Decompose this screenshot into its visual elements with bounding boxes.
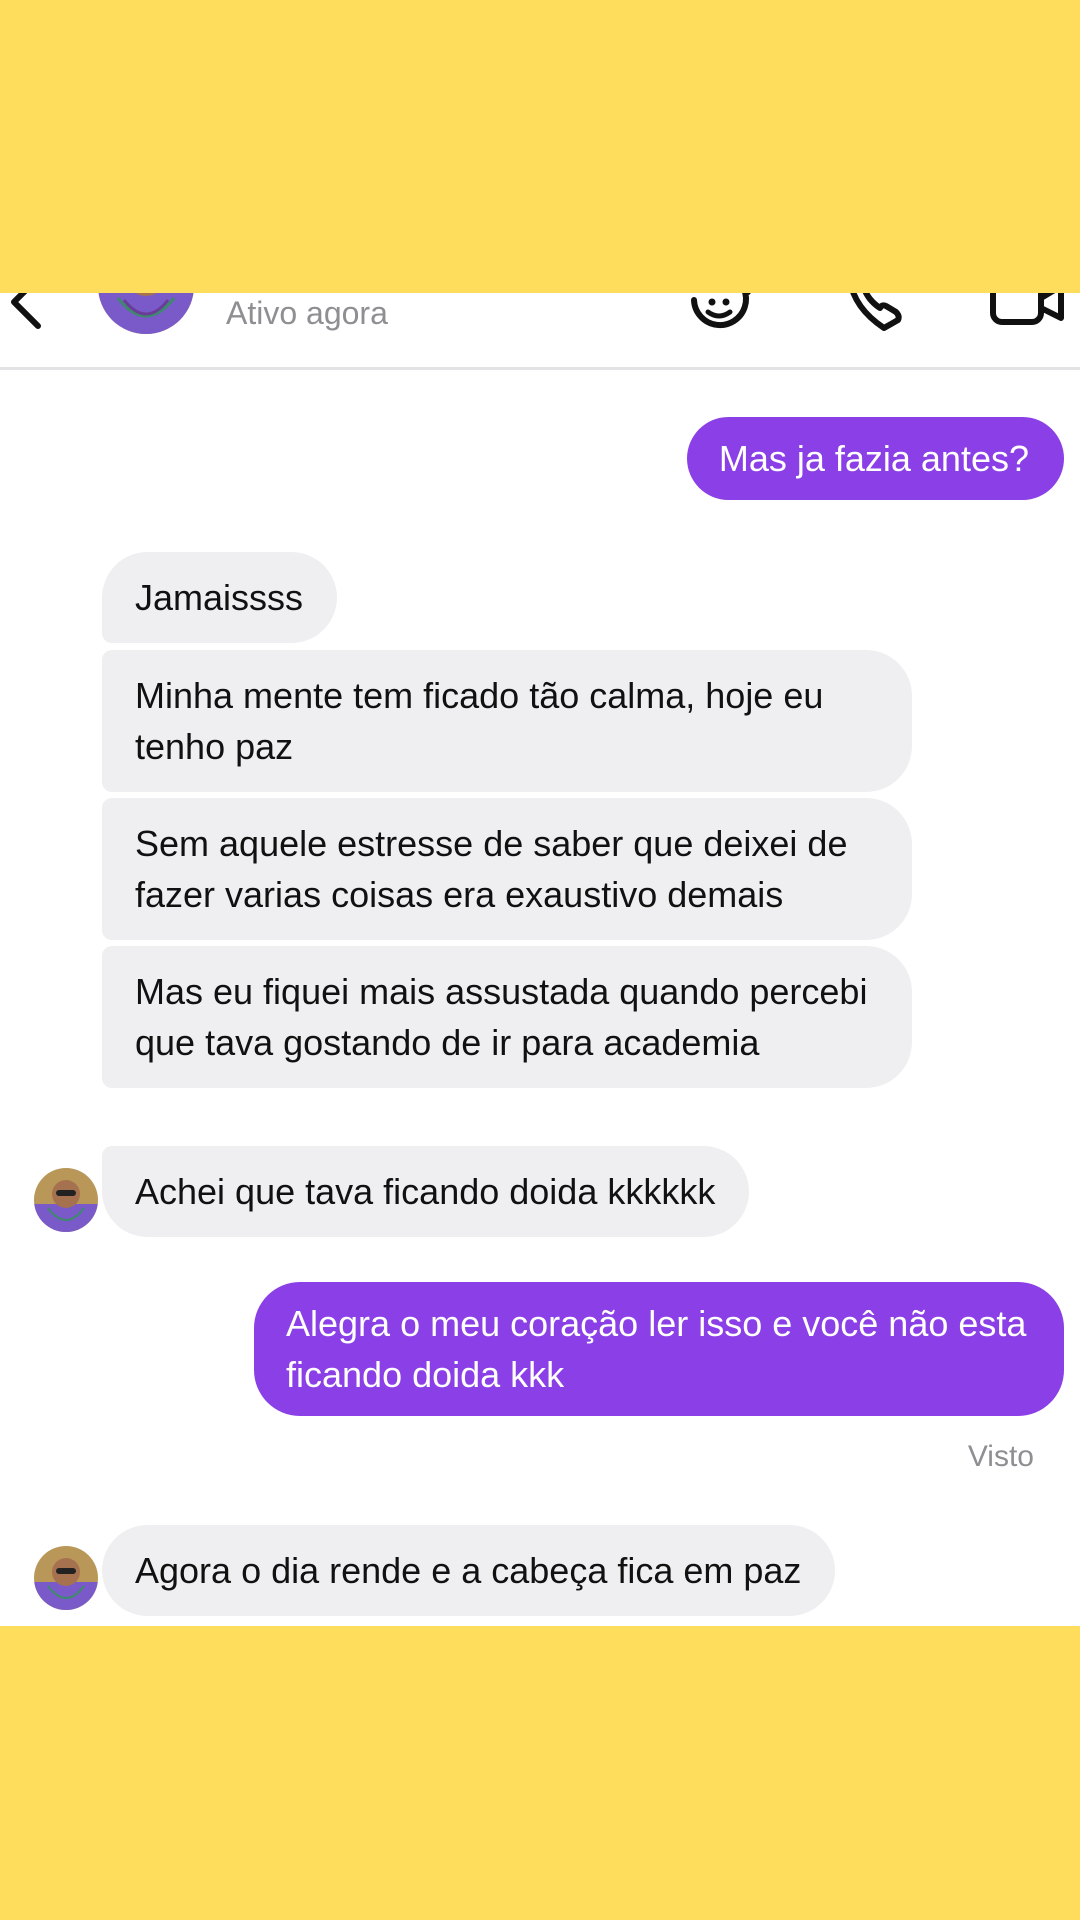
incoming-message[interactable]: Achei que tava ficando doida kkkkkk bbox=[102, 1146, 750, 1237]
top-color-band bbox=[0, 0, 1080, 293]
outgoing-message[interactable]: Mas ja fazia antes? bbox=[686, 417, 1064, 500]
presence-status: Ativo agora bbox=[226, 295, 388, 331]
incoming-message[interactable]: Mas eu fiquei mais assustada quando perc… bbox=[102, 946, 912, 1088]
avatar-photo bbox=[34, 1168, 98, 1232]
outgoing-message[interactable]: Alegra o meu coração ler isso e você não… bbox=[254, 1282, 1064, 1416]
incoming-message[interactable]: Jamaissss bbox=[102, 552, 338, 643]
contact-avatar-small[interactable] bbox=[34, 1168, 98, 1232]
contact-avatar-small[interactable] bbox=[34, 1546, 98, 1610]
incoming-message[interactable]: Minha mente tem ficado tão calma, hoje e… bbox=[102, 650, 912, 792]
incoming-message[interactable]: Sem aquele estresse de saber que deixei … bbox=[102, 798, 912, 940]
bottom-color-band bbox=[0, 1626, 1080, 1920]
incoming-message[interactable]: Agora o dia rende e a cabeça fica em paz bbox=[102, 1525, 836, 1616]
seen-receipt: Visto bbox=[967, 1440, 1034, 1473]
avatar-photo bbox=[34, 1546, 98, 1610]
